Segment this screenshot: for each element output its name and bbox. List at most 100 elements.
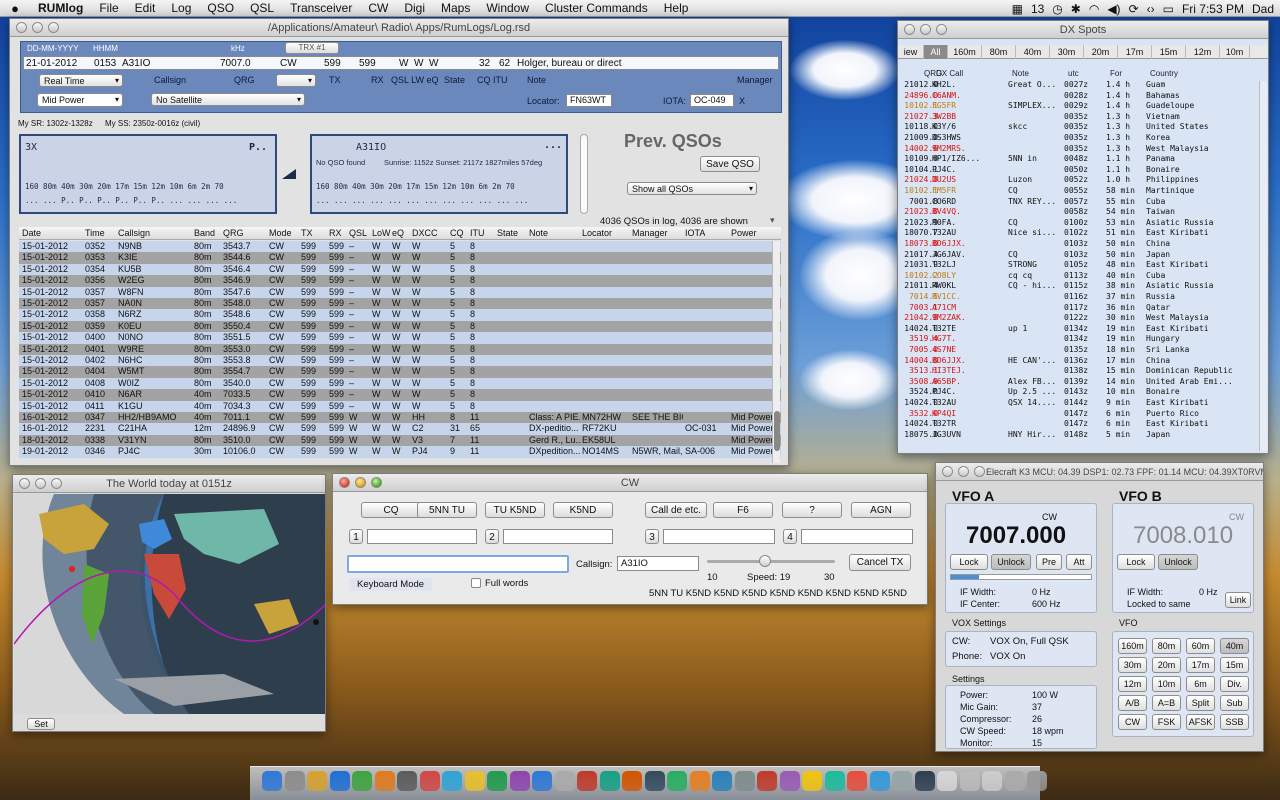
spot-row[interactable]: 18073.0 BD6JJX. 0103z 50 min China (904, 239, 1259, 250)
dock-app-icon[interactable] (644, 771, 665, 791)
menu-log[interactable]: Log (163, 1, 199, 15)
spot-row[interactable]: 3532.0 KP4QI 0147z 6 min Puerto Rico (904, 409, 1259, 420)
table-row[interactable]: 15-01-2012 0353 K3IE 80m 3544.6 CW 599 599– W W W 5… (19, 252, 781, 264)
zoom-button[interactable] (48, 22, 59, 33)
menu-cluster-commands[interactable]: Cluster Commands (537, 1, 656, 15)
close-button[interactable] (16, 22, 27, 33)
vfo-b-lock-button[interactable]: Lock (1117, 554, 1155, 570)
save-qso-button[interactable]: Save QSO (700, 156, 760, 172)
band-button-160m[interactable]: 160m (1118, 638, 1147, 654)
dock-app-icon[interactable] (374, 771, 395, 791)
macro-call-de-button[interactable]: Call de etc. (645, 502, 707, 518)
column-header-low[interactable]: LoW (372, 227, 391, 240)
macro-query-button[interactable]: ? (782, 502, 842, 518)
table-row[interactable]: 15-01-2012 0354 KU5B 80m 3546.4 CW 599 599– W W W 5… (19, 263, 781, 276)
sync-icon[interactable]: ⟳ (1129, 2, 1139, 16)
note-field[interactable]: Holger, bureau or direct (517, 58, 622, 69)
dock-app-icon[interactable] (622, 771, 642, 791)
zoom-button[interactable] (936, 24, 947, 35)
spot-row[interactable]: 21027.3 3W2BB 0035z 1.3 h Vietnam (904, 112, 1259, 123)
band-button-17m[interactable]: 17m (1186, 657, 1215, 673)
status-scrollbar[interactable] (580, 134, 588, 214)
menu-transceiver[interactable]: Transceiver (282, 1, 360, 15)
close-button[interactable] (904, 24, 915, 35)
column-header-qrg[interactable]: QRG (223, 227, 244, 240)
dock-app-icon[interactable] (982, 771, 1002, 791)
menu-maps[interactable]: Maps (433, 1, 478, 15)
spot-row[interactable]: 24896.0 C6ANM. 0028z 1.4 h Bahamas (904, 91, 1259, 102)
slot-1-field[interactable] (367, 529, 477, 544)
column-header-itu[interactable]: ITU (470, 227, 485, 240)
dock-app-icon[interactable] (892, 771, 912, 791)
column-header-time[interactable]: Time (85, 227, 105, 240)
macro-5nn-tu-button[interactable]: 5NN TU (417, 502, 477, 518)
dock-app-icon[interactable] (599, 771, 620, 791)
calendar-icon[interactable]: ▦ (1012, 2, 1023, 16)
trx-button[interactable]: TRX #1 (285, 42, 339, 54)
dock-app-icon[interactable] (329, 771, 350, 791)
set-button[interactable]: Set (27, 718, 55, 730)
spot-row[interactable]: 7001.8 CO6RD TNX REY... 0057z 55 min Cuba (904, 197, 1259, 208)
slot-3-button[interactable]: 3 (645, 529, 659, 544)
dock-app-icon[interactable] (757, 771, 777, 791)
spots-column-note[interactable]: Note (1012, 69, 1029, 78)
macro-k5nd-button[interactable]: K5ND (553, 502, 613, 518)
table-row[interactable]: 15-01-2012 0352 N9NB 80m 3543.7 CW 599 599– W W W 5… (19, 241, 781, 253)
spot-row[interactable]: 14024.0 T32TR 0147z 6 min East Kiribati (904, 419, 1259, 430)
dock-app-icon[interactable] (419, 771, 440, 791)
iota-clear[interactable]: X (739, 96, 745, 106)
time-mode-select[interactable]: Real Time (39, 74, 123, 87)
band-button-div[interactable]: Div. (1220, 676, 1249, 692)
macro-agn-button[interactable]: AGN (851, 502, 911, 518)
spot-row[interactable]: 21023.0 BV4VQ. 0058z 54 min Taiwan (904, 207, 1259, 218)
table-row[interactable]: 19-01-2012 0346 PJ4C 30m 10106.0 CW 599 599 W W W P… (19, 446, 781, 458)
vfo-a-unlock-button[interactable]: Unlock (991, 554, 1031, 570)
spot-row[interactable]: 7014.5 RV1CC. 0116z 37 min Russia (904, 292, 1259, 303)
column-header-tx[interactable]: TX (301, 227, 313, 240)
macro-f6-button[interactable]: F6 (713, 502, 773, 518)
table-row[interactable]: 15-01-2012 0404 W5MT 80m 3554.7 CW 599 599– W W W 5… (19, 366, 781, 378)
spot-row[interactable]: 21042.8 9M2ZAK. 0122z 30 min West Malaysia (904, 313, 1259, 324)
minimize-button[interactable] (355, 477, 366, 488)
dock-app-icon[interactable] (464, 771, 485, 791)
dock-app-icon[interactable] (442, 771, 462, 791)
band-button-40m[interactable]: 40m (1220, 638, 1249, 654)
dock-app-icon[interactable] (802, 771, 822, 791)
spot-row[interactable]: 21012.0 KH2L. Great O... 0027z 1.4 h Guam (904, 80, 1259, 91)
macro-cq-button[interactable]: CQ (361, 502, 421, 518)
spot-row[interactable]: 21011.4 RW0KL CQ - hi... 0115z 38 min Asiatic… (904, 281, 1259, 292)
spots-column-dx-call[interactable]: DX Call (936, 69, 963, 78)
date-field[interactable]: 21-01-2012 (26, 58, 77, 69)
spots-column-for[interactable]: For (1110, 69, 1122, 78)
table-options-icon[interactable]: ▾ (770, 215, 775, 226)
macro-tu-k5nd-button[interactable]: TU K5ND (485, 502, 545, 518)
mode-field[interactable]: CW (280, 58, 297, 69)
column-header-band[interactable]: Band (194, 227, 215, 240)
dock-app-icon[interactable] (937, 771, 957, 791)
vfo-a-frequency[interactable]: 7007.000 (966, 522, 1066, 550)
show-qsos-select[interactable]: Show all QSOs (627, 182, 757, 195)
spots-column-utc[interactable]: utc (1068, 69, 1079, 78)
preamp-button[interactable]: Pre (1036, 554, 1062, 570)
dock-app-icon[interactable] (352, 771, 372, 791)
band-button-fsk[interactable]: FSK (1152, 714, 1181, 730)
user-menu[interactable]: Dad (1252, 2, 1274, 16)
menu-window[interactable]: Window (478, 1, 537, 15)
spot-row[interactable]: 18075.0 JG3UVN HNY Hir... 0148z 5 min Japan (904, 430, 1259, 441)
spot-row[interactable]: 21017.4 JG6JAV. CQ 0103z 50 min Japan (904, 250, 1259, 261)
slot-4-field[interactable] (801, 529, 913, 544)
cq-field[interactable]: 32 (479, 58, 490, 69)
tab-17m[interactable]: 17m (1118, 45, 1152, 59)
vfo-b-frequency[interactable]: 7008.010 (1133, 522, 1233, 550)
column-header-iota[interactable]: IOTA (685, 227, 705, 240)
spot-row[interactable]: 7005.0 4S7NE 0135z 18 min Sri Lanka (904, 345, 1259, 356)
bluetooth-icon[interactable]: ✱ (1071, 2, 1081, 16)
table-row[interactable]: 18-01-2012 0338 V31YN 80m 3510.0 CW 599 599 W W W V… (19, 434, 781, 447)
dock-app-icon[interactable] (554, 771, 575, 791)
table-row[interactable]: 15-01-2012 0402 N6HC 80m 3553.8 CW 599 599– W W W 5… (19, 355, 781, 367)
close-button[interactable] (942, 466, 953, 477)
dock-app-icon[interactable] (712, 771, 732, 791)
dock-app-icon[interactable] (734, 771, 755, 791)
keyboard-input[interactable] (347, 555, 569, 573)
volume-icon[interactable]: ◀) (1107, 2, 1120, 16)
